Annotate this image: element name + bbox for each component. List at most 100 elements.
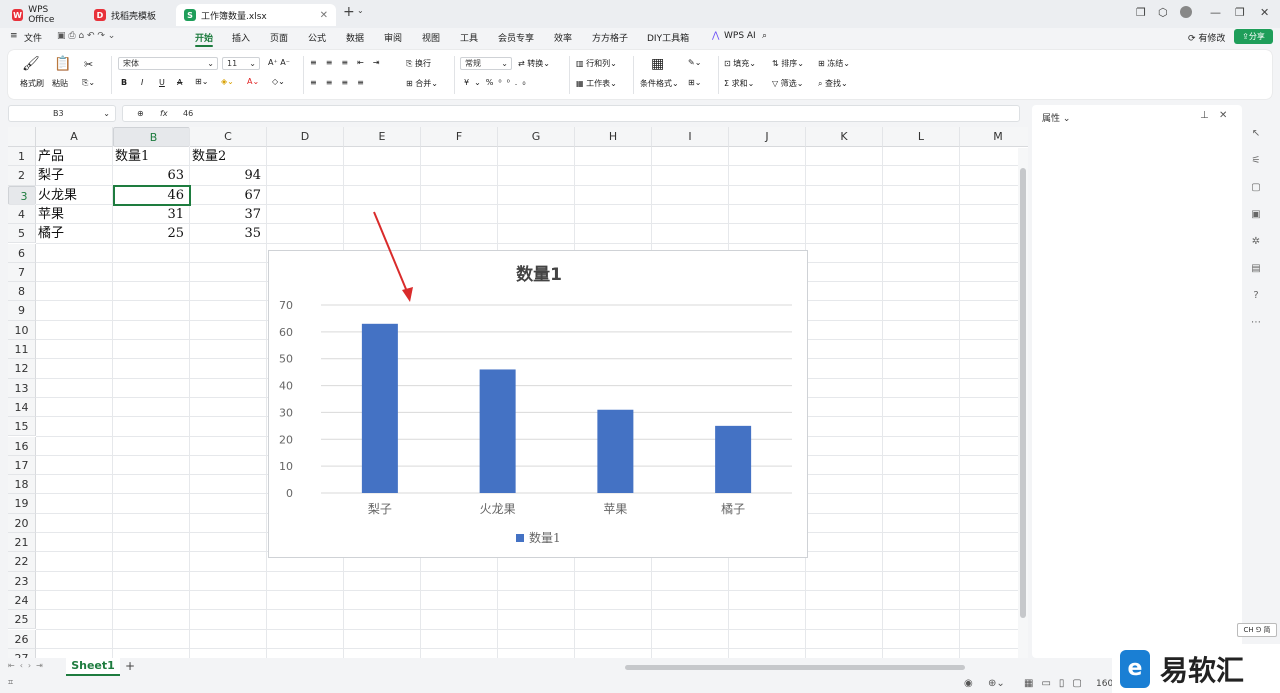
row-header-9[interactable]: 9 (8, 301, 36, 321)
column-header-f[interactable]: F (421, 127, 498, 147)
table-style-icon[interactable]: ⊞⌄ (688, 78, 701, 87)
convert-button[interactable]: ⇄ 转换⌄ (518, 58, 550, 69)
sum-button[interactable]: Σ 求和⌄ (724, 78, 754, 89)
column-header-a[interactable]: A (36, 127, 113, 147)
horizontal-scrollbar[interactable] (625, 665, 965, 670)
fx-icon[interactable]: fx (160, 106, 168, 121)
sort-button[interactable]: ⇅ 排序⌄ (772, 58, 804, 69)
quick-access-icons[interactable]: ▣ ⎙ ⌂ ↶ ↷ ⌄ (57, 31, 115, 41)
find-button[interactable]: ⌕ 查找⌄ (818, 78, 848, 89)
fill-button[interactable]: ⊡ 填充⌄ (724, 58, 756, 69)
properties-title[interactable]: 属性 ⌄ (1042, 111, 1070, 124)
format-painter-icon[interactable]: 🖌 (22, 56, 40, 72)
row-header-11[interactable]: 11 (8, 340, 36, 360)
tools-icon[interactable]: ✲ (1246, 236, 1266, 247)
row-header-21[interactable]: 21 (8, 533, 36, 553)
border-icon[interactable]: ⊞⌄ (195, 77, 208, 86)
new-tab-icon[interactable]: + (343, 4, 355, 20)
bar-chart[interactable]: 数量1 0 10 20 30 40 50 60 70 梨子 火龙果 苹果 橘子 数量1 (268, 250, 808, 558)
minimize-icon[interactable]: — (1210, 6, 1221, 19)
bold-icon[interactable]: B (121, 78, 127, 87)
column-header-m[interactable]: M (960, 127, 1028, 147)
worksheet-button[interactable]: ▦ 工作表⌄ (576, 78, 617, 89)
search-icon[interactable]: ⌕ (762, 31, 767, 41)
row-header-15[interactable]: 15 (8, 417, 36, 437)
column-header-g[interactable]: G (498, 127, 575, 147)
tab-docer-templates[interactable]: D 找稻壳模板 (86, 4, 174, 26)
column-header-c[interactable]: C (190, 127, 267, 147)
cell-c4[interactable]: 37 (192, 205, 265, 224)
sheet-nav-icons[interactable]: ⇤‹›⇥ (8, 661, 48, 670)
share-button[interactable]: ⇪ 分享 (1234, 29, 1273, 44)
cursor-icon[interactable]: ↖ (1246, 128, 1266, 139)
column-header-k[interactable]: K (806, 127, 883, 147)
row-header-2[interactable]: 2 (8, 166, 36, 186)
adjust-icon[interactable]: ⚟ (1246, 155, 1266, 166)
row-header-16[interactable]: 16 (8, 436, 36, 456)
select-all-corner[interactable] (8, 127, 36, 147)
active-cell[interactable] (113, 185, 191, 206)
cell-c5[interactable]: 35 (192, 224, 265, 243)
conditional-format-icon[interactable]: ▦ (651, 56, 664, 72)
row-header-10[interactable]: 10 (8, 320, 36, 340)
clear-format-icon[interactable]: ◇⌄ (272, 77, 285, 86)
cell-a1[interactable]: 产品 (38, 147, 111, 166)
menu-ffcell[interactable]: 方方格子 (592, 31, 628, 44)
rows-cols-button[interactable]: ▥ 行和列⌄ (576, 58, 617, 69)
row-header-19[interactable]: 19 (8, 494, 36, 514)
column-header-e[interactable]: E (344, 127, 421, 147)
cut-icon[interactable]: ✂ (84, 58, 93, 71)
row-header-18[interactable]: 18 (8, 475, 36, 495)
row-header-3[interactable]: 3 (8, 185, 36, 205)
hamburger-icon[interactable]: ≡ (10, 31, 18, 41)
column-header-d[interactable]: D (267, 127, 344, 147)
number-style-icons[interactable]: ¥⌄%⁰⁰.₀ (464, 78, 531, 87)
bar-2[interactable] (597, 409, 634, 493)
menu-data[interactable]: 数据 (346, 31, 364, 44)
font-color-icon[interactable]: A⌄ (247, 77, 259, 86)
font-name-select[interactable]: 宋体 ⌄ (118, 57, 218, 70)
row-header-14[interactable]: 14 (8, 397, 36, 418)
font-grow-shrink-icon[interactable]: A⁺ A⁻ (268, 58, 290, 67)
bar-3[interactable] (715, 425, 752, 493)
cell-b5[interactable]: 25 (115, 224, 188, 243)
cell-a5[interactable]: 橘子 (38, 224, 111, 243)
column-header-i[interactable]: I (652, 127, 729, 147)
menu-tools[interactable]: 工具 (460, 31, 478, 44)
paste-button[interactable]: 粘贴 (52, 78, 68, 89)
macro-icon[interactable]: ⌗ (8, 678, 13, 688)
cube-icon[interactable]: ⬡ (1158, 6, 1168, 19)
view-mode-icons[interactable]: ▦▭▯▢ (1024, 678, 1090, 689)
format-painter-button[interactable]: 格式刷 (20, 78, 44, 89)
row-header-20[interactable]: 20 (8, 513, 36, 533)
edit-status[interactable]: ⟳ 有修改 (1188, 31, 1225, 44)
column-header-j[interactable]: J (729, 127, 806, 147)
row-header-6[interactable]: 6 (8, 243, 36, 263)
align-horizontal-icons[interactable]: ≡≡≡≡ (310, 78, 373, 87)
strikethrough-icon[interactable]: A (177, 78, 182, 87)
column-header-b[interactable]: B (113, 127, 190, 147)
bar-1[interactable] (479, 369, 516, 493)
menu-view[interactable]: 视图 (422, 31, 440, 44)
menu-file[interactable]: 文件 (24, 31, 42, 44)
cell-b4[interactable]: 31 (115, 205, 188, 224)
menu-insert[interactable]: 插入 (232, 31, 250, 44)
close-window-icon[interactable]: ✕ (1260, 6, 1269, 19)
layout-icon[interactable]: ⊕⌄ (988, 678, 1005, 689)
avatar[interactable] (1180, 6, 1192, 18)
tab-workbook[interactable]: S 工作簿数量.xlsx ✕ (176, 4, 336, 26)
cell-a4[interactable]: 苹果 (38, 205, 111, 224)
freeze-button[interactable]: ⊞ 冻结⌄ (818, 58, 850, 69)
number-format-select[interactable]: 常规 ⌄ (460, 57, 512, 70)
row-header-7[interactable]: 7 (8, 262, 36, 283)
zoom-formula-icon[interactable]: ⊕ (137, 106, 144, 121)
underline-icon[interactable]: U (159, 78, 165, 87)
ime-indicator[interactable]: CH ⅁ 简 (1237, 623, 1277, 637)
paste-icon[interactable]: 📋 (54, 56, 71, 72)
menu-home[interactable]: 开始 (195, 31, 214, 47)
wrap-button[interactable]: ⎘ 换行 (406, 58, 431, 69)
formula-bar[interactable]: ⊕ fx 46 (122, 105, 1020, 122)
fill-color-icon[interactable]: ◈⌄ (221, 77, 234, 86)
chevron-down-icon[interactable]: ⌄ (357, 6, 364, 15)
menu-review[interactable]: 审阅 (384, 31, 402, 44)
